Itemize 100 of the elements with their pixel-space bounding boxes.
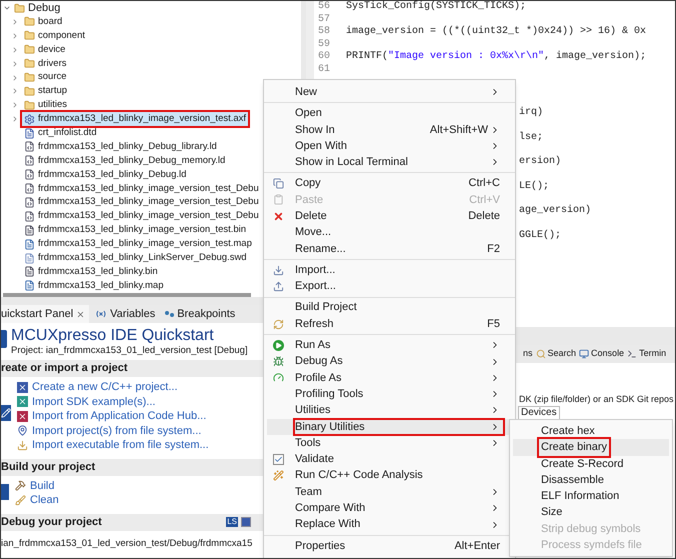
chevron-right-icon[interactable] <box>11 60 19 68</box>
folder-icon <box>24 100 35 111</box>
tree-item[interactable]: frdmmcxa153_led_blinky_image_version_test.map <box>22 237 254 252</box>
tree-item[interactable]: frdmmcxa153_led_blinky_image_version_test.axf <box>22 112 248 126</box>
quickstart-link[interactable]: Import from Application Code Hub... <box>32 408 206 424</box>
view-tab[interactable]: Search <box>536 347 576 361</box>
quickstart-link[interactable]: Create a new C/C++ project... <box>32 379 178 396</box>
view-tab[interactable]: Console <box>579 347 624 361</box>
chevron-right-icon[interactable] <box>11 46 19 54</box>
tree-item[interactable]: frdmmcxa153_led_blinky_image_version_test.bin <box>22 223 248 238</box>
chevron-right-icon[interactable] <box>11 87 19 96</box>
menu-item[interactable]: ELF Information <box>513 488 669 504</box>
menu-item[interactable]: Move... <box>267 224 512 241</box>
menu-item[interactable]: Disassemble <box>513 472 669 488</box>
tree-item[interactable]: frdmmcxa153_led_blinky_image_version_test_Debu <box>22 209 261 224</box>
scrollbar[interactable] <box>3 292 251 297</box>
line-number: 59 <box>317 38 332 51</box>
menu-item[interactable]: Delete Delete <box>267 208 512 224</box>
tree-item[interactable]: Debug <box>14 1 60 16</box>
menu-item[interactable]: Binary Utilities <box>267 418 512 435</box>
line-number: 57 <box>317 14 332 26</box>
tree-item[interactable]: drivers <box>22 56 69 71</box>
menu-item[interactable]: Show In Alt+Shift+W <box>267 122 512 138</box>
tree-item[interactable]: board <box>22 14 64 30</box>
chevron-right-icon[interactable] <box>11 74 19 82</box>
tree-item[interactable]: crt_infolist.dtd <box>22 126 99 140</box>
quickstart-link[interactable]: Import project(s) from file system... <box>32 422 202 439</box>
chevron-right-icon[interactable] <box>11 18 19 26</box>
menu-item[interactable]: Export... <box>267 278 512 295</box>
panel-tab[interactable]: Variables <box>95 305 160 323</box>
linkserver-button[interactable]: LS <box>226 517 238 527</box>
close-icon[interactable] <box>76 310 86 318</box>
menu-item[interactable]: Team <box>267 484 512 500</box>
terminal-icon <box>627 349 638 359</box>
folder-icon <box>24 16 35 28</box>
file-icon <box>24 183 35 194</box>
menu-item[interactable]: Refresh F5 <box>267 316 512 332</box>
menu-item[interactable]: Properties Alt+Enter <box>267 538 512 554</box>
delete-icon <box>273 210 284 222</box>
chevron-down-icon[interactable] <box>3 4 11 12</box>
view-tab[interactable]: ns <box>523 347 533 361</box>
line-number: 56 <box>317 1 332 14</box>
menu-item[interactable]: Import... <box>267 262 512 278</box>
menu-item[interactable]: Tools <box>267 434 512 452</box>
chevron-right-icon[interactable] <box>11 101 19 110</box>
tree-item[interactable]: startup <box>22 84 70 99</box>
menu-item[interactable]: Create hex <box>513 423 669 440</box>
tree-item[interactable]: device <box>22 42 68 57</box>
tree-item[interactable]: utilities <box>22 98 70 112</box>
menu-item[interactable]: New <box>267 84 512 100</box>
tree-item[interactable]: frdmmcxa153_led_blinky_Debug_memory.ld <box>22 154 228 168</box>
tree-item[interactable]: frdmmcxa153_led_blinky_image_version_test_Debu <box>22 182 261 196</box>
view-tab[interactable]: Termin <box>627 347 666 361</box>
menu-item[interactable]: Profile As <box>267 370 512 386</box>
folder-icon <box>24 44 35 56</box>
menu-item[interactable]: Open <box>267 105 512 122</box>
chevron-right-icon[interactable] <box>11 32 19 40</box>
line-number: 61 <box>317 64 332 76</box>
menu-item[interactable]: Compare With <box>267 500 512 516</box>
line-number: 60 <box>317 51 332 64</box>
file-icon <box>24 238 35 250</box>
menu-item[interactable]: Run C/C++ Code Analysis <box>267 468 512 484</box>
import-icon <box>17 440 28 451</box>
code-line: image_version = ((*((uint32_t *)0x24)) >> 16) & 0x <box>346 26 646 38</box>
menu-item[interactable]: Utilities <box>267 402 512 419</box>
line-number: 58 <box>317 26 332 38</box>
tree-item[interactable]: frdmmcxa153_led_blinky_Debug_library.ld <box>22 140 219 154</box>
menu-item[interactable]: Build Project <box>267 300 512 316</box>
export-icon <box>273 280 284 292</box>
code-line: lse; <box>519 132 544 144</box>
menu-item[interactable]: Run As <box>267 337 512 354</box>
chevron-right-icon[interactable] <box>11 115 19 124</box>
file-icon <box>24 128 35 139</box>
quickstart-link[interactable]: Build <box>30 478 54 494</box>
panel-tab[interactable]: uickstart Panel <box>1 305 90 323</box>
menu-item[interactable]: Validate <box>267 451 512 468</box>
code-line: GGLE(); <box>519 230 562 242</box>
menu-item[interactable]: Show in Local Terminal <box>267 154 512 170</box>
quickstart-link[interactable]: Import SDK example(s)... <box>32 394 156 410</box>
menu-item[interactable]: Open With <box>267 138 512 154</box>
panel-tab[interactable]: Breakpoints <box>165 305 240 323</box>
tree-item[interactable]: frdmmcxa153_led_blinky_Debug.ld <box>22 168 188 182</box>
tree-item[interactable]: source <box>22 70 69 85</box>
menu-item[interactable]: Size <box>513 504 669 521</box>
menu-item[interactable]: Profiling Tools <box>267 386 512 402</box>
tree-item[interactable]: component <box>22 28 88 43</box>
tree-item[interactable]: frdmmcxa153_led_blinky_image_version_test_Debu <box>22 195 261 210</box>
project-icon <box>17 396 28 408</box>
menu-item[interactable]: Debug As <box>267 353 512 370</box>
tree-item[interactable]: frdmmcxa153_led_blinky_LinkServer_Debug.swd <box>22 250 249 266</box>
menu-item[interactable]: Replace With <box>267 516 512 533</box>
menu-item[interactable]: Create S-Record <box>513 456 669 472</box>
quickstart-link[interactable]: Clean <box>30 492 59 508</box>
tree-item[interactable]: frdmmcxa153_led_blinky.map <box>22 278 166 293</box>
menu-item[interactable]: Create binary <box>513 439 669 456</box>
quickstart-link[interactable]: Import executable from file system... <box>32 437 209 454</box>
menu-item[interactable]: Rename... F2 <box>267 240 512 257</box>
menu-item[interactable]: Copy Ctrl+C <box>267 175 512 192</box>
file-icon <box>24 280 35 292</box>
tree-item[interactable]: frdmmcxa153_led_blinky.bin <box>22 264 160 280</box>
